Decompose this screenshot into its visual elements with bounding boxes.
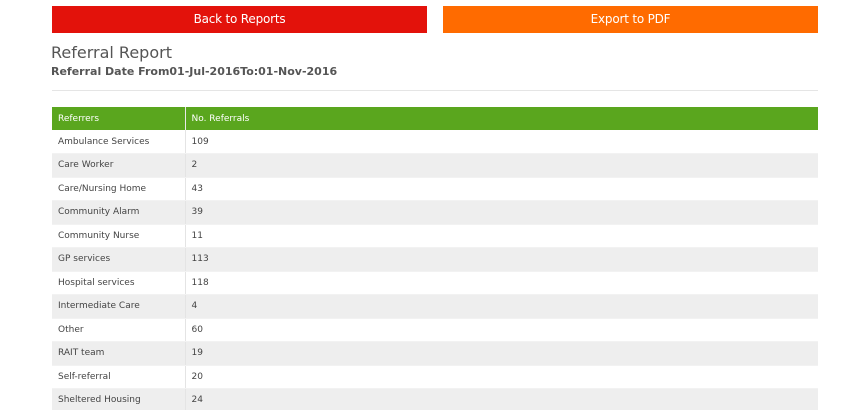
referrer-cell: Other <box>52 318 186 342</box>
column-header-referrers: Referrers <box>52 107 186 130</box>
referral-count-cell: 11 <box>185 224 818 248</box>
referrer-cell: Community Alarm <box>52 200 186 225</box>
referral-count-cell: 20 <box>185 365 818 389</box>
export-to-pdf-button[interactable]: Export to PDF <box>443 6 818 33</box>
table-header-row: Referrers No. Referrals <box>52 107 818 130</box>
referral-count-cell: 2 <box>185 153 818 178</box>
referrer-cell: Intermediate Care <box>52 294 186 319</box>
referrals-table: Referrers No. Referrals Ambulance Servic… <box>52 107 818 410</box>
table-row: GP services 113 <box>52 247 818 272</box>
back-to-reports-button[interactable]: Back to Reports <box>52 6 427 33</box>
table-row: Other 60 <box>52 318 818 342</box>
referral-count-cell: 113 <box>185 247 818 272</box>
referrer-cell: Ambulance Services <box>52 130 186 154</box>
referrer-cell: Sheltered Housing <box>52 388 186 410</box>
table-row: Care Worker 2 <box>52 153 818 178</box>
column-header-no-referrals: No. Referrals <box>185 107 818 130</box>
referrer-cell: Hospital services <box>52 271 186 295</box>
referrer-cell: RAIT team <box>52 341 186 366</box>
table-row: Sheltered Housing 24 <box>52 388 818 410</box>
referral-count-cell: 43 <box>185 177 818 201</box>
table-row: Intermediate Care 4 <box>52 294 818 319</box>
table-row: Hospital services 118 <box>52 271 818 295</box>
divider <box>52 90 818 91</box>
table-row: RAIT team 19 <box>52 341 818 366</box>
referral-count-cell: 109 <box>185 130 818 154</box>
referral-count-cell: 118 <box>185 271 818 295</box>
referral-report-page: Back to Reports Export to PDF Referral R… <box>0 0 848 410</box>
referrer-cell: Self-referral <box>52 365 186 389</box>
referral-count-cell: 4 <box>185 294 818 319</box>
referral-date-range: Referral Date From01-Jul-2016To:01-Nov-2… <box>51 65 338 78</box>
referral-count-cell: 60 <box>185 318 818 342</box>
table-row: Community Nurse 11 <box>52 224 818 248</box>
referral-count-cell: 39 <box>185 200 818 225</box>
referrer-cell: Care Worker <box>52 153 186 178</box>
referral-count-cell: 19 <box>185 341 818 366</box>
table-row: Community Alarm 39 <box>52 200 818 225</box>
referrer-cell: GP services <box>52 247 186 272</box>
referrer-cell: Care/Nursing Home <box>52 177 186 201</box>
table-row: Care/Nursing Home 43 <box>52 177 818 201</box>
table-row: Self-referral 20 <box>52 365 818 389</box>
referrer-cell: Community Nurse <box>52 224 186 248</box>
table-row: Ambulance Services 109 <box>52 130 818 154</box>
page-title: Referral Report <box>51 43 172 62</box>
referral-count-cell: 24 <box>185 388 818 410</box>
